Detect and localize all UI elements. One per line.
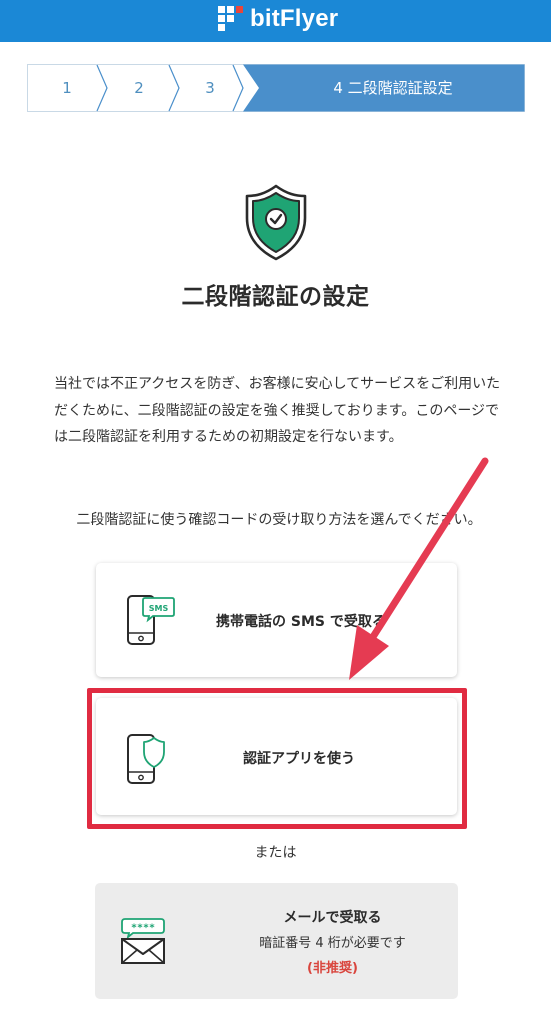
- shield-check-icon: [243, 183, 309, 261]
- instruction-text: 二段階認証に使う確認コードの受け取り方法を選んでください。: [76, 512, 482, 528]
- bitflyer-logo-icon: [218, 6, 243, 31]
- step-2: 2: [134, 79, 144, 97]
- step-4-current: 4 二段階認証設定: [333, 79, 453, 97]
- auth-app-option-label: 認証アプリを使う: [243, 751, 355, 767]
- sms-bubble-text: SMS: [149, 604, 169, 613]
- auth-app-option-button[interactable]: 認証アプリを使う: [96, 698, 457, 815]
- app-header: bitFlyer: [0, 0, 551, 42]
- step-1: 1: [62, 79, 72, 97]
- progress-stepper: 1 2 3 4 二段階認証設定: [27, 64, 525, 112]
- phone-shield-icon: [127, 734, 165, 784]
- phone-sms-icon: SMS: [127, 595, 175, 645]
- logo-text: bitFlyer: [250, 5, 339, 32]
- mail-password-icon: ****: [121, 918, 165, 964]
- intro-text: 当社では不正アクセスを防ぎ、お客様に安心してサービスをご利用いただくために、二段…: [54, 376, 501, 445]
- password-mask-text: ****: [131, 923, 155, 934]
- sms-option-label: 携帯電話の SMS で受取る: [216, 614, 386, 630]
- step-3: 3: [205, 79, 215, 97]
- mail-option-button[interactable]: **** メールで受取る 暗証番号 4 桁が必要です (非推奨): [95, 883, 458, 999]
- page-title: 二段階認証の設定: [181, 284, 370, 310]
- mail-option-label: メールで受取る: [283, 910, 382, 926]
- mail-option-note: 暗証番号 4 桁が必要です: [259, 936, 406, 951]
- bitflyer-logo[interactable]: bitFlyer: [218, 3, 338, 35]
- or-separator: または: [254, 845, 297, 861]
- sms-option-button[interactable]: SMS 携帯電話の SMS で受取る: [96, 563, 457, 677]
- not-recommended-badge: (非推奨): [307, 961, 358, 976]
